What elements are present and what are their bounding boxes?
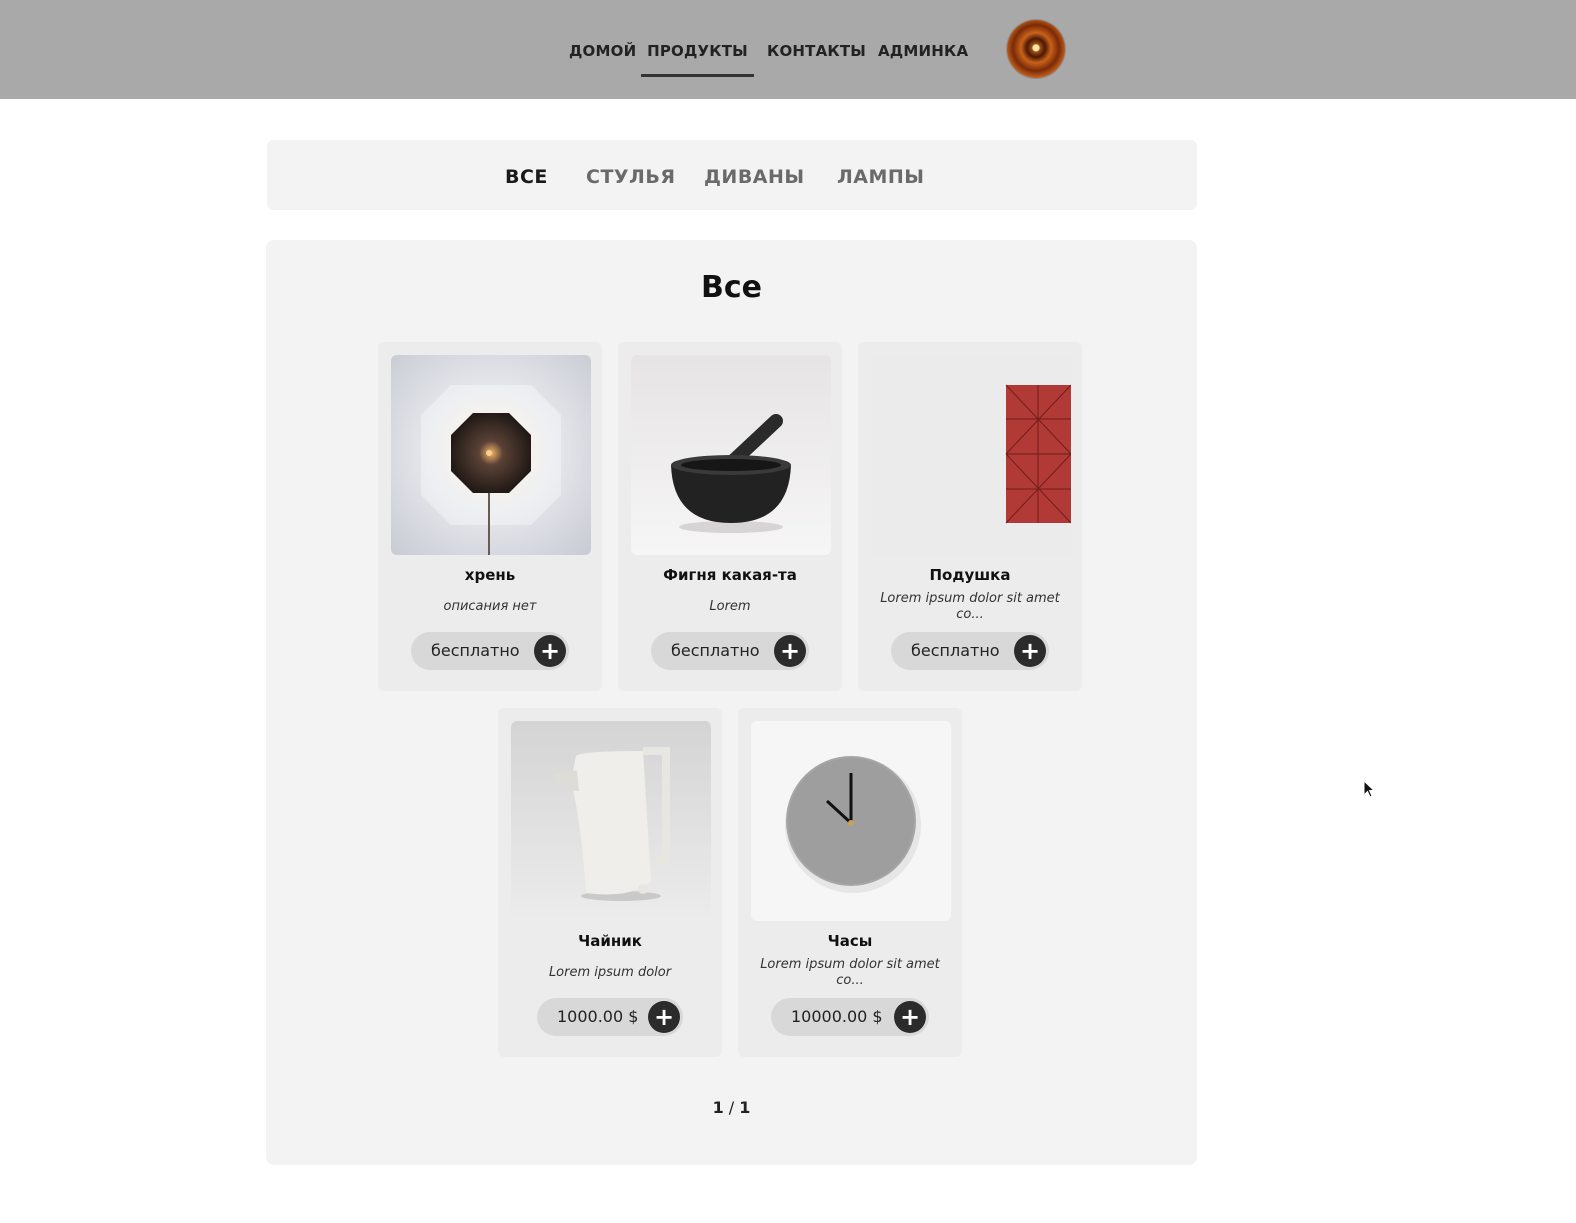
product-price: 1000.00 $ — [557, 1007, 639, 1026]
price-pill[interactable]: бесплатно + — [651, 632, 809, 670]
avatar[interactable] — [1007, 20, 1065, 78]
pagination: 1 / 1 — [266, 1098, 1197, 1117]
category-tabs: ВСЕ СТУЛЬЯ ДИВАНЫ ЛАМПЫ — [267, 140, 1197, 210]
product-card: хрень описания нет бесплатно + — [378, 342, 602, 691]
product-price: бесплатно — [431, 641, 520, 660]
wall-lamp-image[interactable] — [391, 355, 591, 555]
add-to-cart-icon[interactable]: + — [534, 635, 566, 667]
product-name: хрень — [464, 566, 516, 584]
product-name: Чайник — [578, 932, 642, 950]
product-price: бесплатно — [911, 641, 1000, 660]
tab-lamps[interactable]: ЛАМПЫ — [837, 166, 924, 188]
mouse-cursor-icon — [1363, 780, 1375, 798]
top-header: ДОМОЙ ПРОДУКТЫ КОНТАКТЫ АДМИНКА — [0, 0, 1576, 99]
tab-sofas[interactable]: ДИВАНЫ — [704, 166, 805, 188]
product-name: Часы — [827, 932, 873, 950]
products-panel: Все хрень описания нет бесплатно + Фигня… — [266, 240, 1197, 1165]
nav-item-contacts[interactable]: КОНТАКТЫ — [767, 38, 866, 74]
total-pages: 1 — [739, 1098, 751, 1117]
page-separator: / — [728, 1098, 735, 1117]
product-name: Фигня какая-та — [663, 566, 797, 584]
mortar-pestle-image[interactable] — [631, 355, 831, 555]
price-pill[interactable]: 10000.00 $ + — [771, 998, 929, 1036]
product-description: Lorem ipsum dolor — [548, 965, 672, 980]
product-card: Часы Lorem ipsum dolor sit amet co... 10… — [738, 708, 962, 1057]
price-pill[interactable]: 1000.00 $ + — [537, 998, 683, 1036]
pitcher-image[interactable] — [511, 721, 711, 921]
nav-item-admin[interactable]: АДМИНКА — [878, 38, 968, 74]
main-nav: ДОМОЙ ПРОДУКТЫ КОНТАКТЫ АДМИНКА — [0, 0, 1576, 99]
product-card: Подушка Lorem ipsum dolor sit amet co...… — [858, 342, 1082, 691]
add-to-cart-icon[interactable]: + — [1014, 635, 1046, 667]
product-price: бесплатно — [671, 641, 760, 660]
product-card: Чайник Lorem ipsum dolor 1000.00 $ + — [498, 708, 722, 1057]
page-title: Все — [701, 270, 762, 305]
product-price: 10000.00 $ — [791, 1007, 883, 1026]
nav-item-products[interactable]: ПРОДУКТЫ — [641, 38, 754, 77]
add-to-cart-icon[interactable]: + — [648, 1001, 680, 1033]
add-to-cart-icon[interactable]: + — [774, 635, 806, 667]
product-description: Lorem — [709, 599, 751, 614]
tab-chairs[interactable]: СТУЛЬЯ — [586, 166, 675, 188]
tab-all[interactable]: ВСЕ — [505, 166, 548, 188]
product-card: Фигня какая-та Lorem бесплатно + — [618, 342, 842, 691]
product-name: Подушка — [929, 566, 1011, 584]
product-description: Lorem ipsum dolor sit amet co... — [880, 591, 1060, 622]
cushion-image[interactable] — [871, 355, 1071, 555]
price-pill[interactable]: бесплатно + — [411, 632, 569, 670]
product-description: описания нет — [443, 599, 537, 614]
wall-clock-image[interactable] — [751, 721, 951, 921]
product-description: Lorem ipsum dolor sit amet co... — [760, 957, 940, 988]
current-page: 1 — [712, 1098, 724, 1117]
nav-item-home[interactable]: ДОМОЙ — [569, 38, 636, 74]
price-pill[interactable]: бесплатно + — [891, 632, 1049, 670]
add-to-cart-icon[interactable]: + — [894, 1001, 926, 1033]
